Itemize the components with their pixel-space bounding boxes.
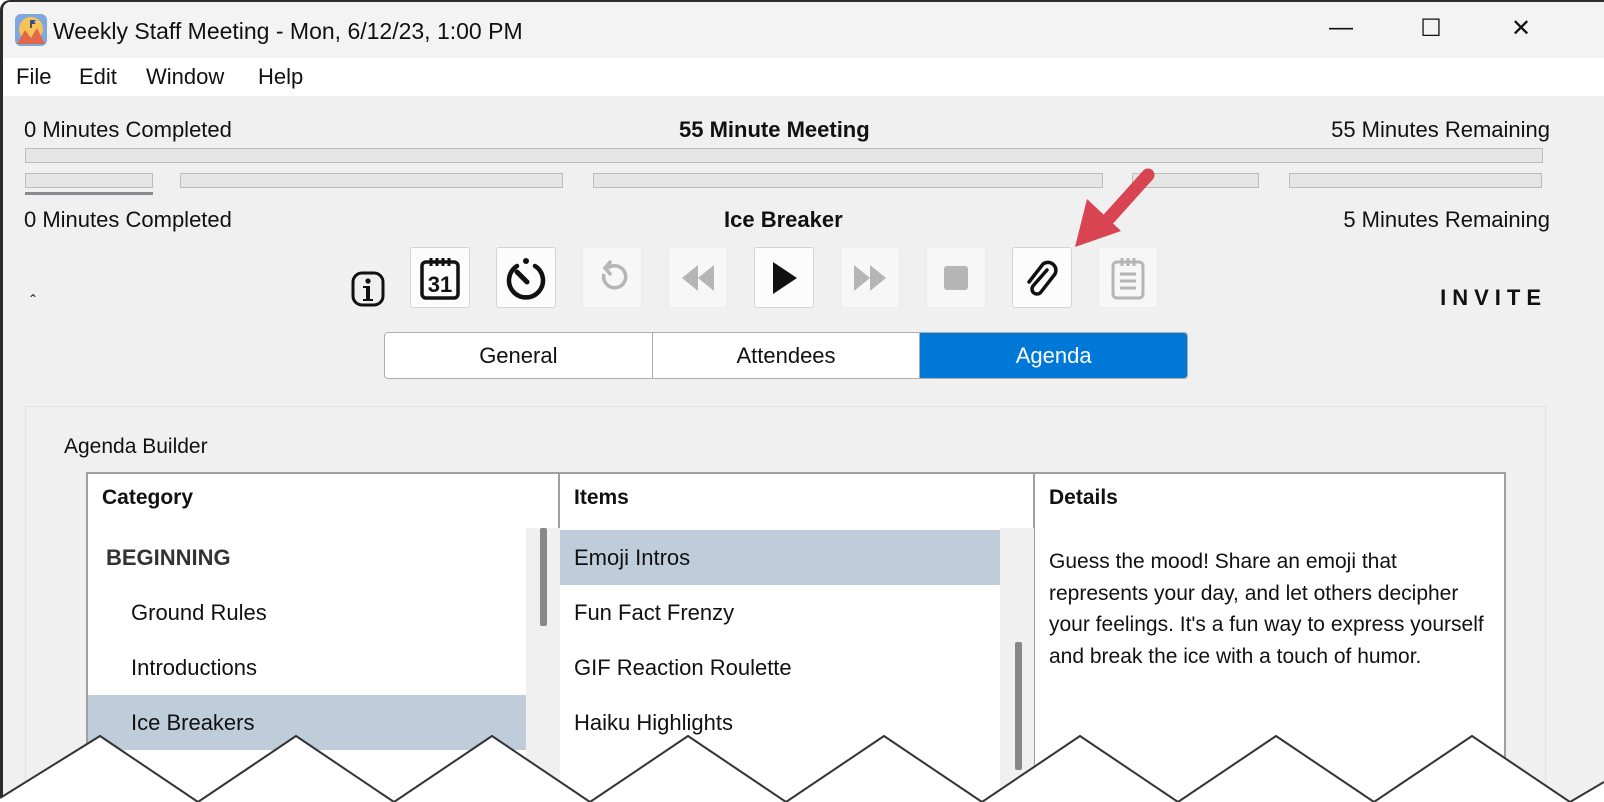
meeting-progress-bar <box>25 148 1543 163</box>
category-group-beginning: BEGINNING <box>106 544 231 570</box>
segment-remaining: 5 Minutes Remaining <box>1343 207 1550 232</box>
title-bar: Weekly Staff Meeting - Mon, 6/12/23, 1:0… <box>3 2 1604 58</box>
calendar-icon: 31 <box>420 257 460 300</box>
segment-bar <box>1289 173 1542 188</box>
meeting-remaining: 55 Minutes Remaining <box>1331 117 1550 142</box>
rewind-icon <box>682 264 714 291</box>
fast-forward-icon <box>854 264 886 291</box>
agenda-builder-label: Agenda Builder <box>64 435 208 458</box>
current-segment-indicator <box>25 192 153 195</box>
invite-button[interactable]: INVITE <box>1440 285 1547 311</box>
segment-bar <box>25 173 153 188</box>
annotation-arrow-icon <box>1075 168 1155 247</box>
scrollbar-thumb[interactable] <box>540 528 547 626</box>
minimize-button[interactable]: — <box>1321 14 1361 42</box>
reset-button[interactable] <box>582 247 642 308</box>
category-header: Category <box>102 486 194 509</box>
menu-bar: File Edit Window Help <box>3 58 1604 96</box>
meeting-completed: 0 Minutes Completed <box>24 117 232 142</box>
menu-edit[interactable]: Edit <box>79 64 117 90</box>
menu-file[interactable]: File <box>16 64 51 90</box>
details-header: Details <box>1049 486 1118 509</box>
tab-attendees[interactable]: Attendees <box>653 333 921 378</box>
category-item[interactable]: Introductions <box>88 640 526 695</box>
segment-bar <box>593 173 1103 188</box>
play-icon <box>773 261 797 294</box>
app-window: Weekly Staff Meeting - Mon, 6/12/23, 1:0… <box>0 0 1604 802</box>
timer-icon <box>506 257 546 300</box>
items-header: Items <box>574 486 629 509</box>
fast-forward-button[interactable] <box>840 247 900 308</box>
play-button[interactable] <box>754 247 814 308</box>
close-button[interactable]: ✕ <box>1501 14 1541 43</box>
segment-title: Ice Breaker <box>724 207 843 232</box>
maximize-button[interactable]: ☐ <box>1411 14 1451 43</box>
tab-bar: General Attendees Agenda <box>384 332 1188 379</box>
agenda-item[interactable]: GIF Reaction Roulette <box>560 640 1000 695</box>
svg-text:31: 31 <box>428 272 452 297</box>
app-logo-icon <box>15 14 47 46</box>
details-text: Guess the mood! Share an emoji that repr… <box>1049 550 1484 668</box>
meeting-title: 55 Minute Meeting <box>679 117 870 142</box>
rewind-button[interactable] <box>668 247 728 308</box>
paperclip-icon <box>1027 260 1058 296</box>
calendar-button[interactable]: 31 <box>410 247 470 308</box>
stop-icon <box>944 265 968 290</box>
category-item[interactable]: Ground Rules <box>88 585 526 640</box>
notepad-icon <box>1111 257 1145 299</box>
menu-window[interactable]: Window <box>146 64 224 90</box>
segment-completed: 0 Minutes Completed <box>24 207 232 232</box>
menu-help[interactable]: Help <box>258 64 303 90</box>
agenda-item-selected[interactable]: Emoji Intros <box>560 530 1000 585</box>
tab-agenda[interactable]: Agenda <box>920 333 1187 378</box>
stop-button[interactable] <box>926 247 986 308</box>
collapse-chevron-icon[interactable]: ⌃ <box>28 292 38 306</box>
tab-general[interactable]: General <box>385 333 653 378</box>
segment-bar <box>180 173 563 188</box>
agenda-item[interactable]: Fun Fact Frenzy <box>560 585 1000 640</box>
timer-button[interactable] <box>496 247 556 308</box>
info-icon[interactable] <box>351 271 385 307</box>
torn-edge-decoration <box>0 734 1604 802</box>
window-title: Weekly Staff Meeting - Mon, 6/12/23, 1:0… <box>53 18 523 44</box>
reset-icon <box>601 259 628 289</box>
